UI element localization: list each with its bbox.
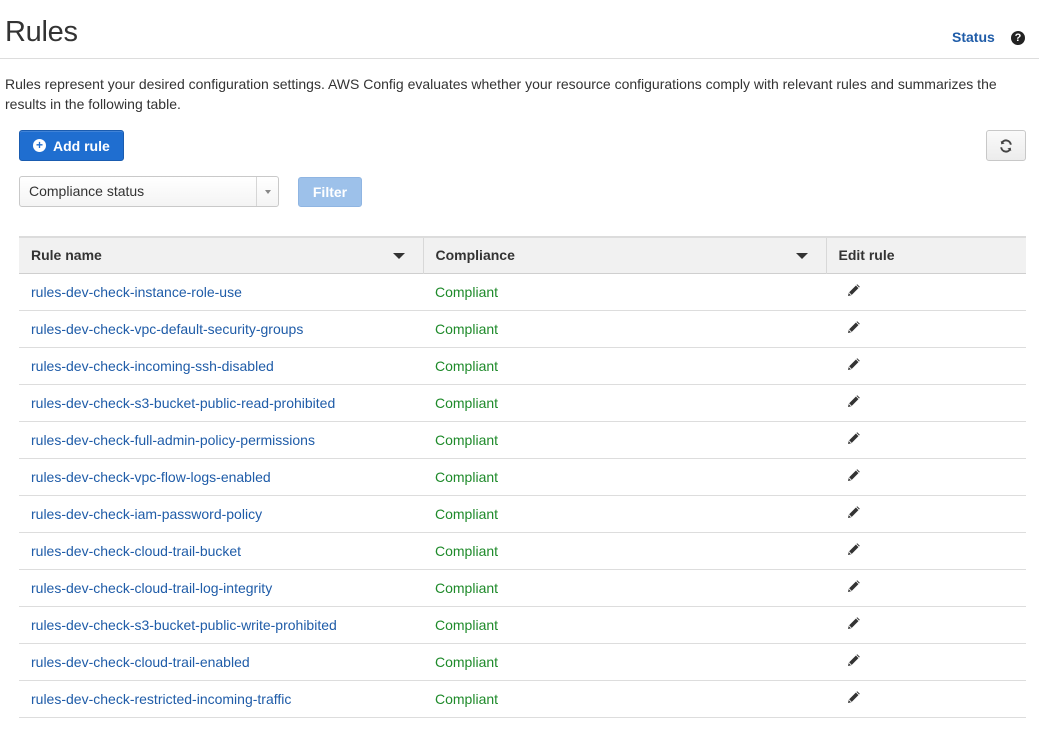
compliance-status: Compliant	[435, 357, 499, 374]
rule-name-cell: rules-dev-check-vpc-default-security-gro…	[19, 310, 423, 347]
plus-circle-icon: +	[33, 139, 46, 152]
pencil-icon[interactable]	[846, 393, 862, 409]
page-description: Rules represent your desired configurati…	[5, 76, 997, 112]
rule-name-cell: rules-dev-check-cloud-trail-log-integrit…	[19, 569, 423, 606]
rule-name-link[interactable]: rules-dev-check-iam-password-policy	[31, 506, 262, 522]
edit-rule-cell	[826, 643, 1026, 680]
rule-name-cell: rules-dev-check-full-admin-policy-permis…	[19, 421, 423, 458]
add-rule-button[interactable]: + Add rule	[19, 130, 124, 161]
table-row: rules-dev-check-instance-role-use Complia…	[19, 273, 1026, 310]
pencil-icon[interactable]	[846, 689, 862, 705]
column-header-label: Edit rule	[838, 247, 895, 264]
rule-name-cell: rules-dev-check-restricted-incoming-traf…	[19, 680, 423, 717]
add-rule-label: Add rule	[53, 137, 110, 154]
compliance-status: Compliant	[435, 690, 499, 707]
rule-name-link[interactable]: rules-dev-check-s3-bucket-public-read-pr…	[31, 395, 335, 411]
rule-name-link[interactable]: rules-dev-check-cloud-trail-bucket	[31, 543, 241, 559]
table-row: rules-dev-check-full-admin-policy-permis…	[19, 421, 1026, 458]
rule-name-link[interactable]: rules-dev-check-restricted-incoming-traf…	[31, 691, 291, 707]
column-header-label: Compliance	[435, 247, 515, 264]
compliance-status-select[interactable]: Compliance status	[19, 176, 279, 207]
compliance-status: Compliant	[435, 579, 499, 596]
table-row: rules-dev-check-incoming-ssh-disabled Com…	[19, 347, 1026, 384]
column-header-edit-rule: Edit rule	[825, 237, 1026, 273]
help-icon[interactable]: ?	[1011, 31, 1025, 45]
edit-rule-cell	[826, 569, 1026, 606]
table-row: rules-dev-check-cloud-trail-enabled Compl…	[19, 643, 1026, 680]
rule-name-link[interactable]: rules-dev-check-vpc-flow-logs-enabled	[31, 469, 271, 485]
compliance-status: Compliant	[435, 283, 499, 300]
rule-name-cell: rules-dev-check-cloud-trail-bucket	[19, 532, 423, 569]
pencil-icon[interactable]	[846, 282, 862, 298]
refresh-button[interactable]	[986, 130, 1026, 161]
table-row: rules-dev-check-s3-bucket-public-write-p…	[19, 606, 1026, 643]
chevron-down-icon	[256, 177, 278, 206]
table-row: rules-dev-check-cloud-trail-log-integrit…	[19, 569, 1026, 606]
pencil-icon[interactable]	[846, 504, 862, 520]
edit-rule-cell	[826, 347, 1026, 384]
page-title: Rules	[5, 16, 78, 48]
pencil-icon[interactable]	[846, 615, 862, 631]
table-row: rules-dev-check-s3-bucket-public-read-pr…	[19, 384, 1026, 421]
compliance-status: Compliant	[435, 468, 499, 485]
rule-name-link[interactable]: rules-dev-check-cloud-trail-enabled	[31, 654, 250, 670]
rule-name-link[interactable]: rules-dev-check-full-admin-policy-permis…	[31, 432, 315, 448]
column-header-label: Rule name	[31, 247, 102, 264]
pencil-icon[interactable]	[846, 541, 862, 557]
compliance-status: Compliant	[435, 394, 499, 411]
rule-name-link[interactable]: rules-dev-check-cloud-trail-log-integrit…	[31, 580, 272, 596]
pencil-icon[interactable]	[846, 652, 862, 668]
rule-name-cell: rules-dev-check-incoming-ssh-disabled	[19, 347, 423, 384]
rule-name-link[interactable]: rules-dev-check-instance-role-use	[31, 284, 242, 300]
edit-rule-cell	[826, 458, 1026, 495]
pencil-icon[interactable]	[846, 319, 862, 335]
rules-table: Rule name Compliance Edit rule rules-dev…	[19, 236, 1026, 718]
compliance-status-select-value: Compliance status	[29, 183, 145, 199]
table-row: rules-dev-check-vpc-default-security-gro…	[19, 310, 1026, 347]
filter-button[interactable]: Filter	[298, 177, 362, 207]
pencil-icon[interactable]	[846, 467, 862, 483]
pencil-icon[interactable]	[846, 430, 862, 446]
column-header-compliance[interactable]: Compliance	[422, 237, 826, 273]
rule-name-link[interactable]: rules-dev-check-s3-bucket-public-write-p…	[31, 617, 337, 633]
rule-name-link[interactable]: rules-dev-check-vpc-default-security-gro…	[31, 321, 303, 337]
rule-name-cell: rules-dev-check-s3-bucket-public-read-pr…	[19, 384, 423, 421]
rule-name-cell: rules-dev-check-cloud-trail-enabled	[19, 643, 423, 680]
rules-table-body: rules-dev-check-instance-role-use Complia…	[19, 273, 1026, 717]
pencil-icon[interactable]	[846, 356, 862, 372]
column-header-rule-name[interactable]: Rule name	[19, 237, 423, 273]
edit-rule-cell	[826, 310, 1026, 347]
edit-rule-cell	[826, 680, 1026, 717]
edit-rule-cell	[826, 532, 1026, 569]
rule-name-cell: rules-dev-check-s3-bucket-public-write-p…	[19, 606, 423, 643]
edit-rule-cell	[826, 495, 1026, 532]
edit-rule-cell	[826, 384, 1026, 421]
edit-rule-cell	[826, 273, 1026, 310]
compliance-status: Compliant	[435, 505, 499, 522]
status-link[interactable]: Status	[952, 29, 995, 45]
page-header: Rules Status ?	[0, 0, 1039, 59]
edit-rule-cell	[826, 421, 1026, 458]
rule-name-cell: rules-dev-check-iam-password-policy	[19, 495, 423, 532]
edit-rule-cell	[826, 606, 1026, 643]
rule-name-cell: rules-dev-check-instance-role-use	[19, 273, 423, 310]
compliance-status: Compliant	[435, 653, 499, 670]
table-header-row: Rule name Compliance Edit rule	[19, 237, 1026, 273]
rule-name-link[interactable]: rules-dev-check-incoming-ssh-disabled	[31, 358, 274, 374]
compliance-status: Compliant	[435, 431, 499, 448]
table-row: rules-dev-check-restricted-incoming-traf…	[19, 680, 1026, 717]
table-row: rules-dev-check-iam-password-policy Compl…	[19, 495, 1026, 532]
compliance-status: Compliant	[435, 616, 499, 633]
pencil-icon[interactable]	[846, 578, 862, 594]
rule-name-cell: rules-dev-check-vpc-flow-logs-enabled	[19, 458, 423, 495]
refresh-icon	[1000, 138, 1012, 153]
compliance-status: Compliant	[435, 542, 499, 559]
compliance-status: Compliant	[435, 320, 499, 337]
table-row: rules-dev-check-vpc-flow-logs-enabled Com…	[19, 458, 1026, 495]
sort-caret-icon[interactable]	[392, 253, 405, 259]
sort-caret-icon[interactable]	[795, 253, 808, 259]
table-row: rules-dev-check-cloud-trail-bucket Compli…	[19, 532, 1026, 569]
